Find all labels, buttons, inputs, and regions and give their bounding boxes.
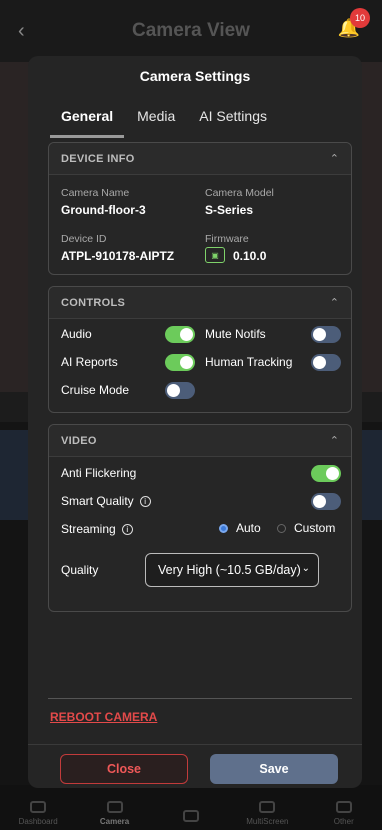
firmware-value: 0.10.0: [233, 249, 267, 263]
divider: [48, 698, 352, 699]
close-button[interactable]: Close: [60, 754, 188, 784]
controls-header[interactable]: CONTROLS ⌃: [49, 287, 351, 319]
radio-dot: [219, 523, 228, 533]
nav-camera[interactable]: Camera: [85, 801, 145, 826]
info-icon[interactable]: i: [121, 523, 133, 535]
menu-icon: [335, 801, 352, 813]
multiscreen-icon: [259, 801, 276, 813]
modal-footer: Close Save: [28, 744, 362, 788]
cruise-mode-toggle[interactable]: [165, 382, 195, 399]
quality-label: Quality: [61, 563, 99, 577]
human-tracking-label: Human Tracking: [205, 355, 293, 369]
toggle-knob: [167, 384, 180, 397]
toggle-knob: [313, 495, 326, 508]
device-info-grid: Camera Name Ground-floor-3 Camera Model …: [49, 175, 351, 293]
back-icon[interactable]: ‹: [18, 20, 25, 43]
firmware-chip-icon: ▣: [205, 247, 225, 263]
section-title: DEVICE INFO: [61, 152, 135, 165]
camera-model-value: S-Series: [205, 203, 254, 217]
streaming-label: Streaming: [61, 522, 116, 536]
ai-reports-toggle[interactable]: [165, 354, 195, 371]
device-info-section: DEVICE INFO ⌃ Camera Name Ground-floor-3…: [48, 142, 352, 275]
chevron-up-icon[interactable]: ⌃: [330, 152, 339, 165]
nav-dashboard[interactable]: Dashboard: [8, 801, 68, 826]
human-tracking-toggle[interactable]: [311, 354, 341, 371]
ai-reports-label: AI Reports: [61, 355, 118, 369]
cruise-mode-label: Cruise Mode: [61, 383, 130, 397]
streaming-auto-radio[interactable]: Auto: [219, 521, 261, 535]
camera-settings-modal: Camera Settings General Media AI Setting…: [28, 56, 362, 788]
radio-label: Custom: [294, 521, 336, 535]
smart-quality-label: Smart Quality: [61, 494, 134, 508]
anti-flickering-toggle[interactable]: [311, 465, 341, 482]
device-id-value: ATPL-910178-AIPTZ: [61, 249, 175, 263]
streaming-row: Streaming i: [61, 522, 133, 536]
app-title: Camera View: [132, 20, 250, 41]
info-icon[interactable]: i: [139, 495, 151, 507]
video-body: Anti Flickering Smart Quality i Streamin…: [49, 457, 351, 611]
nav-other[interactable]: Other: [314, 801, 374, 826]
device-id-label: Device ID: [61, 233, 107, 245]
audio-label: Audio: [61, 327, 92, 341]
modal-title: Camera Settings: [139, 68, 251, 84]
dashboard-icon: [30, 801, 47, 813]
camera-name-label: Camera Name: [61, 187, 130, 199]
save-button[interactable]: Save: [210, 754, 338, 784]
nav-multiscreen[interactable]: MultiScreen: [237, 801, 297, 826]
smart-quality-row: Smart Quality i: [61, 494, 151, 508]
streaming-custom-radio[interactable]: Custom: [277, 521, 335, 535]
camera-name-value: Ground-floor-3: [61, 203, 146, 217]
quality-select[interactable]: Very High (~10.5 GB/day) ⌄: [145, 553, 319, 587]
reboot-camera-link[interactable]: REBOOT CAMERA: [50, 710, 157, 724]
section-title: CONTROLS: [61, 296, 126, 309]
camera-icon: [106, 801, 123, 813]
app-header: ‹ Camera View 🔔 10: [0, 0, 382, 62]
toggle-knob: [313, 328, 326, 341]
chevron-up-icon[interactable]: ⌃: [330, 434, 339, 447]
hub-icon: [182, 810, 199, 822]
nav-center[interactable]: [161, 810, 221, 826]
tab-ai-settings[interactable]: AI Settings: [188, 104, 278, 138]
toggle-knob: [326, 467, 339, 480]
anti-flickering-label: Anti Flickering: [61, 466, 137, 480]
mute-notifs-toggle[interactable]: [311, 326, 341, 343]
settings-tabs: General Media AI Settings: [50, 104, 278, 138]
quality-value: Very High (~10.5 GB/day): [158, 563, 301, 577]
tab-general[interactable]: General: [50, 104, 125, 138]
radio-label: Auto: [236, 521, 261, 535]
chevron-down-icon: ⌄: [301, 563, 310, 574]
radio-dot: [277, 523, 286, 533]
section-title: VIDEO: [61, 434, 97, 447]
audio-toggle[interactable]: [165, 326, 195, 343]
device-info-header[interactable]: DEVICE INFO ⌃: [49, 143, 351, 175]
bottom-nav: Dashboard Camera MultiScreen Other: [0, 785, 382, 830]
toggle-knob: [313, 356, 326, 369]
controls-body: Audio Mute Notifs AI Reports Human Track…: [49, 319, 351, 412]
mute-notifs-label: Mute Notifs: [205, 327, 266, 341]
toggle-knob: [180, 356, 193, 369]
smart-quality-toggle[interactable]: [311, 493, 341, 510]
video-section: VIDEO ⌃ Anti Flickering Smart Quality i …: [48, 424, 352, 612]
notification-badge: 10: [350, 8, 370, 28]
firmware-label: Firmware: [205, 233, 249, 245]
controls-section: CONTROLS ⌃ Audio Mute Notifs AI Reports …: [48, 286, 352, 413]
camera-model-label: Camera Model: [205, 187, 274, 199]
chevron-up-icon[interactable]: ⌃: [330, 296, 339, 309]
toggle-knob: [180, 328, 193, 341]
tab-media[interactable]: Media: [126, 104, 186, 138]
video-header[interactable]: VIDEO ⌃: [49, 425, 351, 457]
